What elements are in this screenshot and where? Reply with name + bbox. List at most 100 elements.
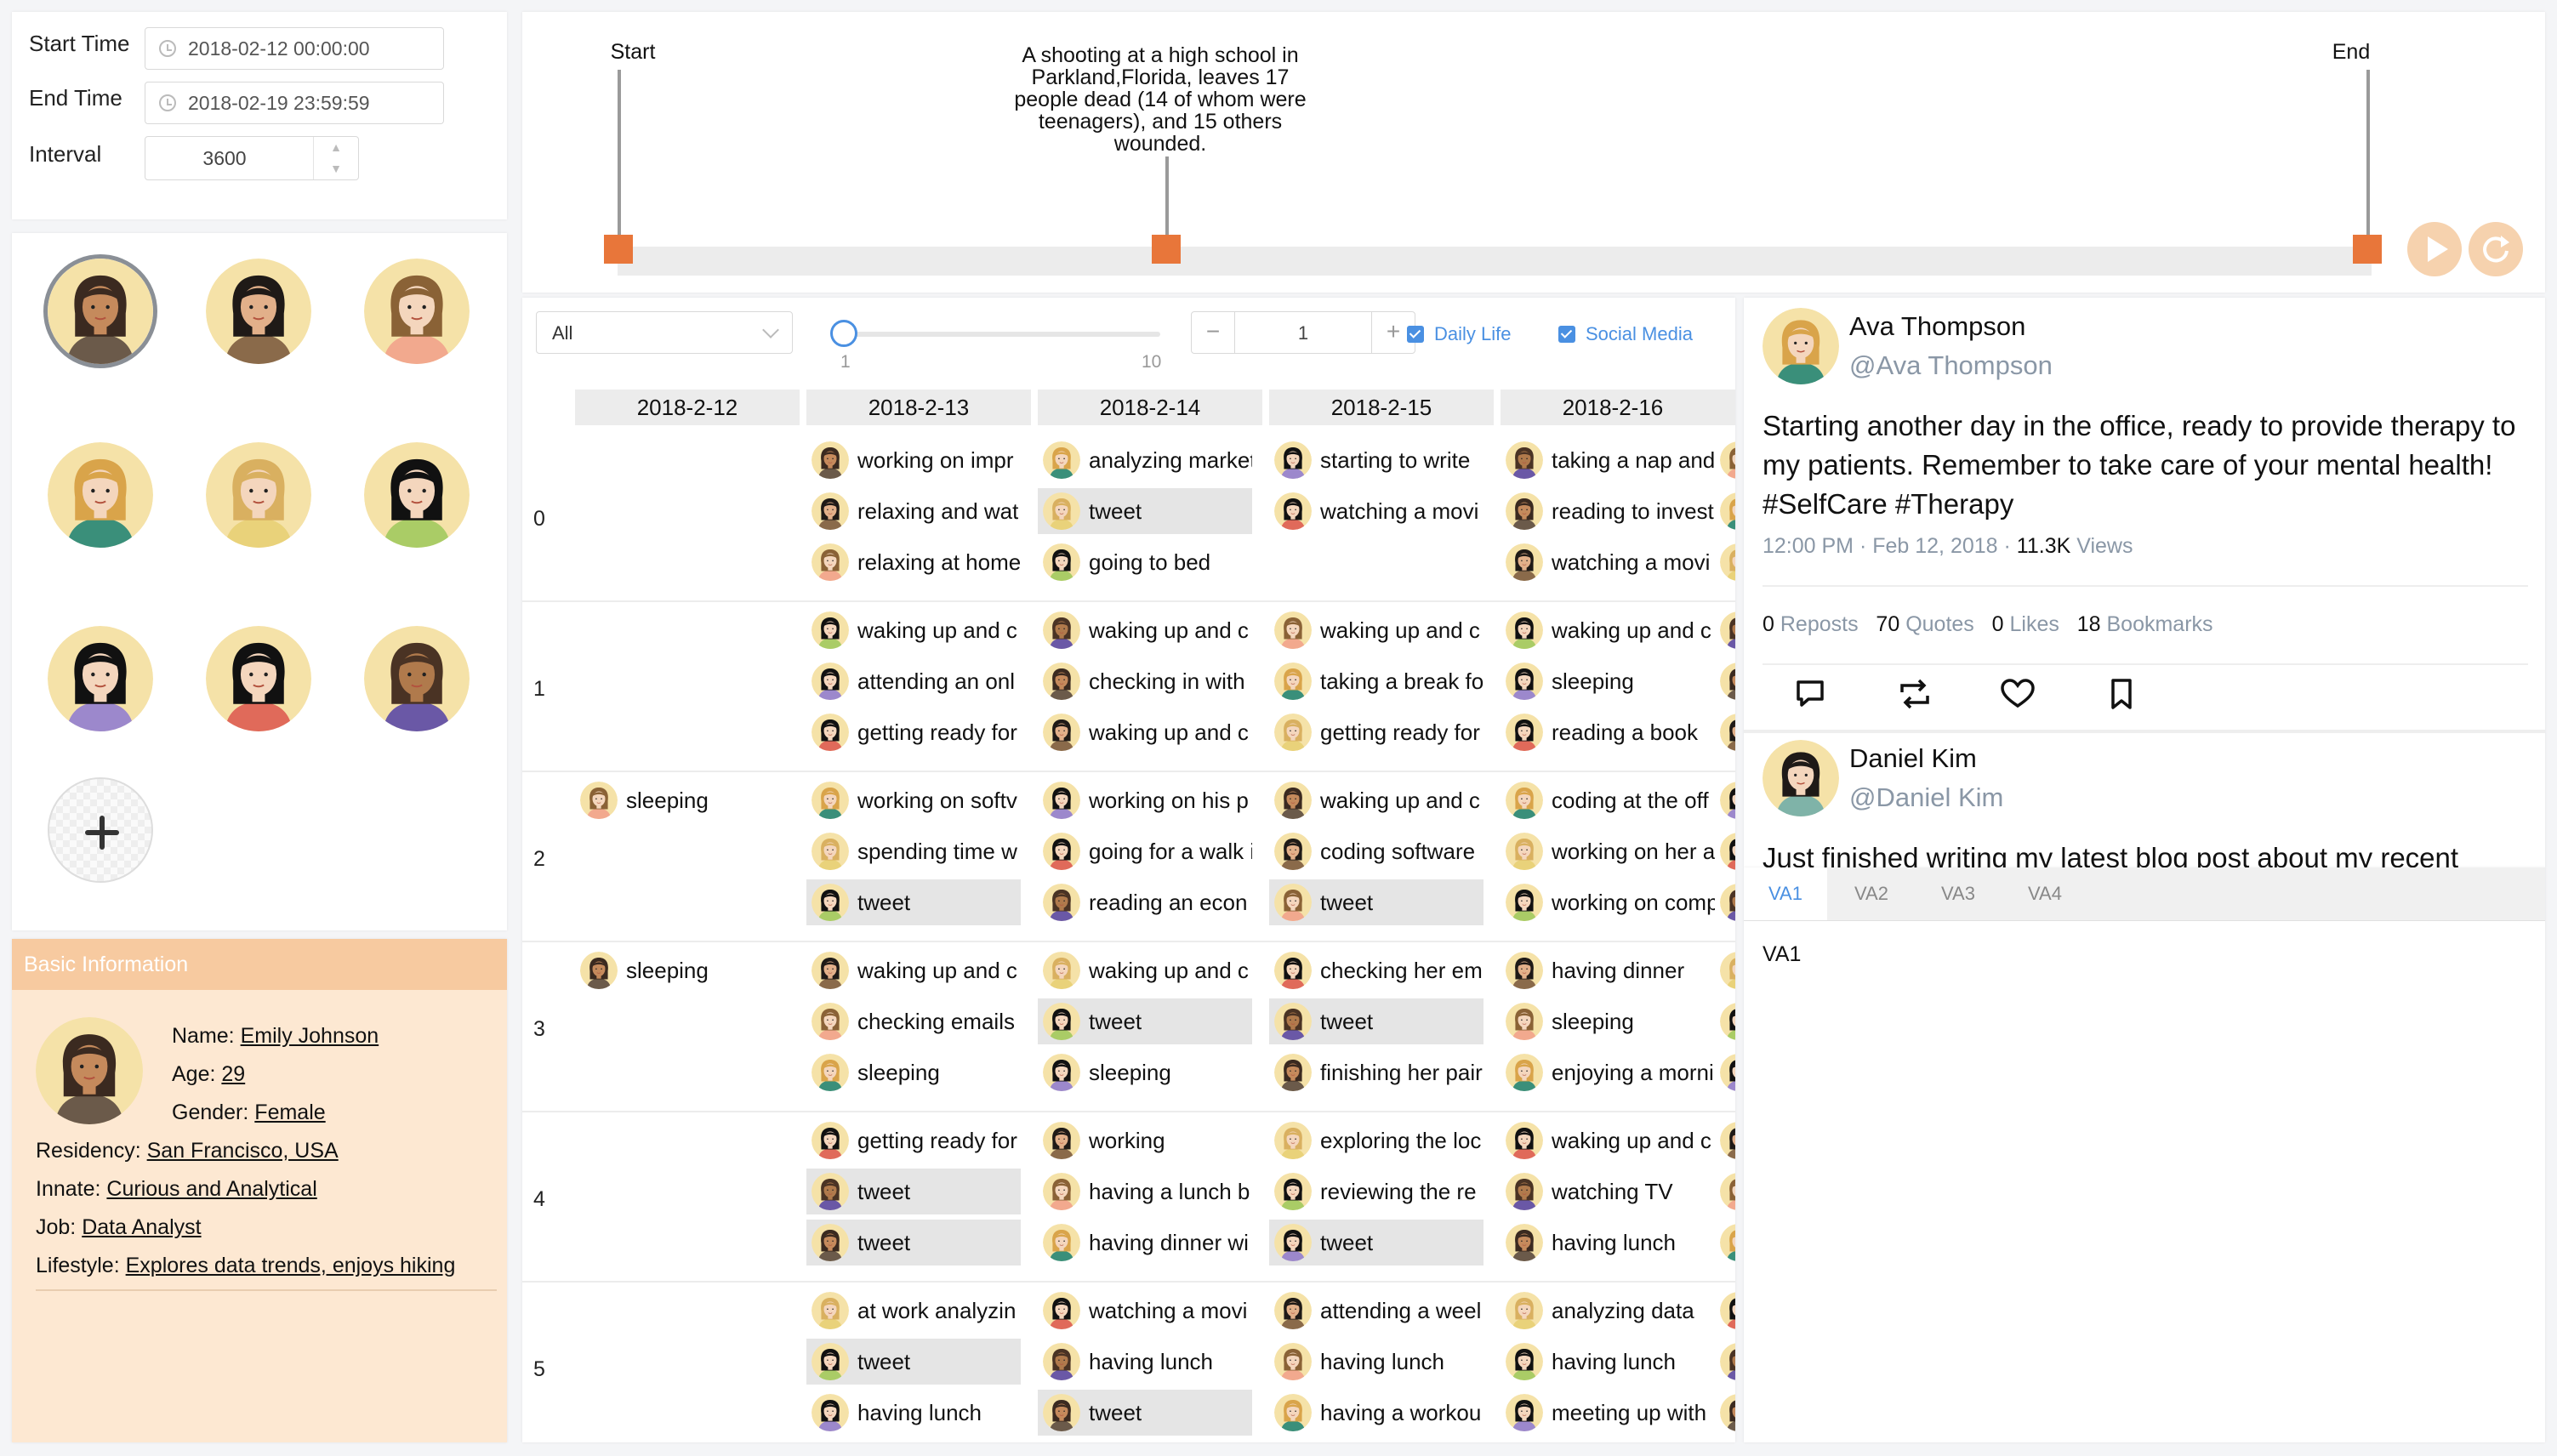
activity-cell[interactable]: tweet bbox=[806, 879, 1021, 925]
activity-cell[interactable]: working on impr bbox=[806, 437, 1021, 483]
reply-icon[interactable] bbox=[1793, 677, 1827, 711]
timeline-track[interactable] bbox=[618, 247, 2372, 276]
avatar-chloe[interactable] bbox=[364, 442, 470, 548]
info-age-value[interactable]: 29 bbox=[221, 1062, 245, 1086]
activity-cell[interactable]: sleeping bbox=[1501, 998, 1715, 1044]
avatar-sophie[interactable] bbox=[206, 442, 311, 548]
info-innate-value[interactable]: Curious and Analytical bbox=[106, 1177, 316, 1201]
activity-cell[interactable]: waking up and c bbox=[1038, 947, 1252, 993]
avatar-lily[interactable] bbox=[364, 259, 470, 364]
zoom-slider-handle[interactable] bbox=[830, 320, 857, 347]
tab-va1[interactable]: VA1 bbox=[1744, 867, 1827, 920]
activity-cell[interactable]: g bbox=[1715, 1118, 1735, 1163]
activity-cell[interactable]: having lunch bbox=[1501, 1220, 1715, 1265]
activity-cell[interactable]: having a workou bbox=[1269, 1390, 1484, 1436]
activity-cell[interactable]: enjoying a morni bbox=[1501, 1049, 1715, 1095]
interval-input[interactable]: 3600 ▲ ▼ bbox=[145, 136, 359, 180]
activity-cell[interactable]: sleeping bbox=[806, 1049, 1021, 1095]
activity-cell[interactable]: waking up and c bbox=[1269, 607, 1484, 653]
activity-cell[interactable]: reviewing the re bbox=[1269, 1169, 1484, 1214]
activity-cell[interactable]: reading a book bbox=[1501, 709, 1715, 755]
activity-cell[interactable]: having lunch bbox=[1038, 1339, 1252, 1385]
activity-cell[interactable]: working on his p bbox=[1038, 777, 1252, 823]
activity-cell[interactable]: w bbox=[1715, 709, 1735, 755]
info-lifestyle-value[interactable]: Explores data trends, enjoys hiking bbox=[126, 1254, 456, 1277]
activity-cell[interactable]: watching a movi bbox=[1269, 488, 1484, 534]
activity-cell[interactable]: tweet bbox=[1038, 998, 1252, 1044]
tweet-author-handle[interactable]: @Ava Thompson bbox=[1849, 350, 2053, 381]
activity-cell[interactable]: tweet bbox=[1038, 1390, 1252, 1436]
info-gender-value[interactable]: Female bbox=[254, 1101, 325, 1124]
activity-cell[interactable]: analyzing market bbox=[1038, 437, 1252, 483]
activity-cell[interactable]: working on comp bbox=[1501, 879, 1715, 925]
activity-cell[interactable]: checking emails bbox=[806, 998, 1021, 1044]
activity-cell[interactable]: going to bed bbox=[1038, 539, 1252, 585]
tweet-author-name[interactable]: Daniel Kim bbox=[1849, 743, 1977, 774]
tab-va3[interactable]: VA3 bbox=[1941, 867, 1975, 920]
activity-cell[interactable]: a bbox=[1715, 607, 1735, 653]
activity-cell[interactable]: taking a break fo bbox=[1269, 658, 1484, 704]
start-time-input[interactable]: 2018-02-12 00:00:00 bbox=[145, 27, 444, 70]
activity-cell[interactable]: a bbox=[1715, 539, 1735, 585]
zoom-slider[interactable] bbox=[847, 332, 1160, 337]
activity-cell[interactable]: waking up and c bbox=[1501, 1118, 1715, 1163]
activity-cell[interactable]: working bbox=[1038, 1118, 1252, 1163]
activity-cell[interactable]: spending time w bbox=[806, 828, 1021, 874]
activity-cell[interactable]: w bbox=[1715, 437, 1735, 483]
activity-cell[interactable]: tv bbox=[1715, 828, 1735, 874]
activity-cell[interactable]: coding at the off bbox=[1501, 777, 1715, 823]
activity-cell[interactable]: re bbox=[1715, 1169, 1735, 1214]
activity-cell[interactable]: w bbox=[1715, 947, 1735, 993]
activity-cell[interactable]: at work analyzin bbox=[806, 1288, 1021, 1334]
activity-cell[interactable]: waking up and c bbox=[1038, 607, 1252, 653]
activity-cell[interactable]: ta bbox=[1715, 879, 1735, 925]
activity-cell[interactable]: exploring the loc bbox=[1269, 1118, 1484, 1163]
info-job-value[interactable]: Data Analyst bbox=[82, 1215, 201, 1239]
tweet-author-name[interactable]: Ava Thompson bbox=[1849, 311, 2025, 342]
activity-cell[interactable]: sleeping bbox=[1038, 1049, 1252, 1095]
activity-cell[interactable]: tweet bbox=[1038, 488, 1252, 534]
avatar-maya[interactable] bbox=[206, 259, 311, 364]
activity-cell[interactable]: having lunch bbox=[806, 1390, 1021, 1436]
add-character-button[interactable] bbox=[48, 777, 153, 883]
tab-va2[interactable]: VA2 bbox=[1854, 867, 1888, 920]
timeline-end-marker[interactable] bbox=[2353, 235, 2382, 264]
avatar-daniel[interactable] bbox=[48, 626, 153, 731]
avatar-ava[interactable] bbox=[48, 442, 153, 548]
activity-cell[interactable]: tweet bbox=[1269, 879, 1484, 925]
activity-cell[interactable]: taking a nap and bbox=[1501, 437, 1715, 483]
avatar-emily[interactable] bbox=[48, 259, 153, 364]
activity-cell[interactable]: working on softv bbox=[806, 777, 1021, 823]
activity-cell[interactable]: going for a walk i bbox=[1038, 828, 1252, 874]
stepper-minus-button[interactable]: − bbox=[1192, 312, 1235, 353]
activity-cell[interactable]: checking in with bbox=[1038, 658, 1252, 704]
info-residency-value[interactable]: San Francisco, USA bbox=[147, 1139, 339, 1163]
activity-cell[interactable]: checking her em bbox=[1269, 947, 1484, 993]
info-name-value[interactable]: Emily Johnson bbox=[241, 1024, 379, 1048]
activity-cell[interactable]: finishing her pair bbox=[1269, 1049, 1484, 1095]
activity-cell[interactable]: having dinner wi bbox=[1038, 1220, 1252, 1265]
activity-cell[interactable]: a bbox=[1715, 1288, 1735, 1334]
activity-cell[interactable]: waking up and c bbox=[1501, 607, 1715, 653]
avatar-zoe[interactable] bbox=[364, 626, 470, 731]
activity-cell[interactable]: watching a movi bbox=[1501, 539, 1715, 585]
activity-cell[interactable]: tweet bbox=[1269, 998, 1484, 1044]
activity-cell[interactable]: tweet bbox=[1269, 1220, 1484, 1265]
activity-cell[interactable]: h bbox=[1715, 1220, 1735, 1265]
activity-cell[interactable]: watching a movi bbox=[1038, 1288, 1252, 1334]
activity-cell[interactable]: tweet bbox=[806, 1169, 1021, 1214]
tweet-author-avatar[interactable] bbox=[1763, 740, 1839, 816]
reset-button[interactable] bbox=[2469, 222, 2523, 276]
like-icon[interactable] bbox=[1999, 677, 2036, 711]
activity-cell[interactable]: reading to invest bbox=[1501, 488, 1715, 534]
activity-cell[interactable]: c bbox=[1715, 1049, 1735, 1095]
activity-cell[interactable]: waking up and c bbox=[1038, 709, 1252, 755]
activity-cell[interactable]: sleeping bbox=[1501, 658, 1715, 704]
activity-cell[interactable]: having dinner bbox=[1501, 947, 1715, 993]
spin-up-icon[interactable]: ▲ bbox=[314, 137, 358, 158]
activity-cell[interactable]: h bbox=[1715, 998, 1735, 1044]
activity-cell[interactable]: sleeping bbox=[575, 777, 789, 823]
end-time-input[interactable]: 2018-02-19 23:59:59 bbox=[145, 82, 444, 124]
play-button[interactable] bbox=[2407, 222, 2462, 276]
activity-cell[interactable]: waking up and c bbox=[806, 607, 1021, 653]
